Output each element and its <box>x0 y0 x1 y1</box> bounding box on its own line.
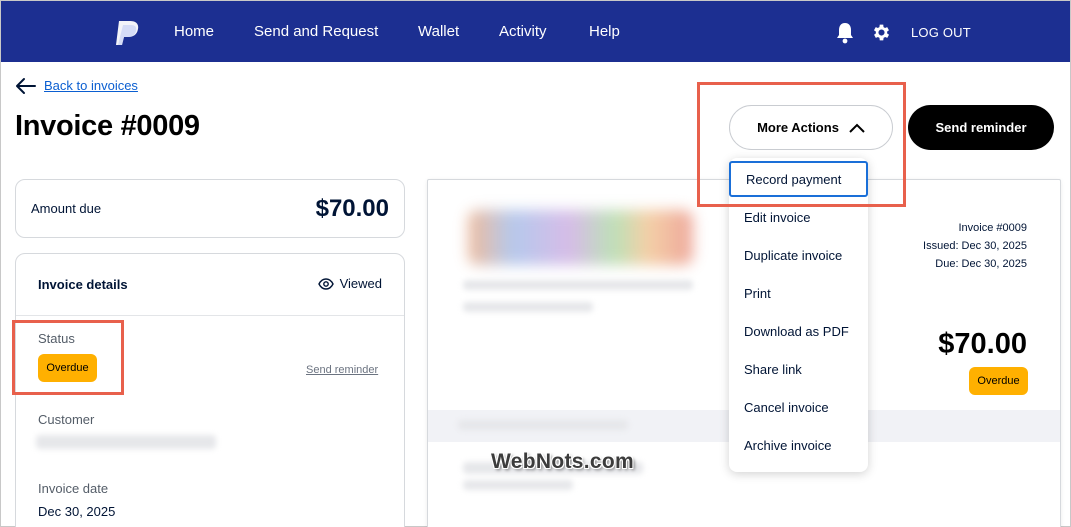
line-item-redacted <box>463 480 573 490</box>
customer-redacted <box>36 435 216 449</box>
amount-due-card: Amount due $70.00 <box>15 179 405 238</box>
viewed-label: Viewed <box>339 276 382 291</box>
send-reminder-button[interactable]: Send reminder <box>908 105 1054 150</box>
nav-wallet[interactable]: Wallet <box>418 23 459 40</box>
menu-print[interactable]: Print <box>729 275 868 311</box>
gear-icon[interactable] <box>871 22 892 43</box>
viewed-indicator: Viewed <box>317 276 382 291</box>
watermark: WebNots.com <box>491 450 634 473</box>
preview-invoice-number: Invoice #0009 <box>958 222 1028 234</box>
menu-download-pdf[interactable]: Download as PDF <box>729 313 868 349</box>
highlight-box-status <box>12 320 124 395</box>
top-nav: Home Send and Request Wallet Activity He… <box>1 1 1070 62</box>
back-arrow-icon[interactable] <box>15 77 37 95</box>
paypal-logo-icon[interactable] <box>113 20 141 46</box>
nav-send-and-request[interactable]: Send and Request <box>254 23 378 40</box>
divider <box>16 315 404 316</box>
send-reminder-link[interactable]: Send reminder <box>306 364 378 376</box>
bell-icon[interactable] <box>835 22 855 44</box>
highlight-box-actions <box>697 82 906 207</box>
customer-label: Customer <box>38 412 95 427</box>
amount-due-value: $70.00 <box>315 195 389 222</box>
preview-issued-date: Issued: Dec 30, 2025 <box>923 240 1027 252</box>
invoice-date-label: Invoice date <box>38 481 109 496</box>
nav-help[interactable]: Help <box>589 23 620 40</box>
page-title: Invoice #0009 <box>15 110 200 142</box>
menu-cancel-invoice[interactable]: Cancel invoice <box>729 389 868 425</box>
line-item-redacted <box>458 420 628 430</box>
eye-icon <box>317 277 334 290</box>
menu-share-link[interactable]: Share link <box>729 351 868 387</box>
address-redacted <box>463 280 693 290</box>
business-logo-redacted <box>468 210 693 265</box>
address-redacted <box>463 302 593 312</box>
menu-archive-invoice[interactable]: Archive invoice <box>729 427 868 463</box>
preview-amount: $70.00 <box>938 328 1027 360</box>
menu-duplicate-invoice[interactable]: Duplicate invoice <box>729 237 868 273</box>
invoice-details-header: Invoice details <box>38 277 128 292</box>
preview-status-badge: Overdue <box>969 367 1028 395</box>
amount-due-label: Amount due <box>31 201 102 216</box>
logout-link[interactable]: LOG OUT <box>911 25 971 40</box>
back-to-invoices-link[interactable]: Back to invoices <box>44 78 138 93</box>
preview-due-date: Due: Dec 30, 2025 <box>935 258 1027 270</box>
nav-activity[interactable]: Activity <box>499 23 547 40</box>
invoice-date-value: Dec 30, 2025 <box>38 504 116 519</box>
nav-home[interactable]: Home <box>174 23 214 40</box>
